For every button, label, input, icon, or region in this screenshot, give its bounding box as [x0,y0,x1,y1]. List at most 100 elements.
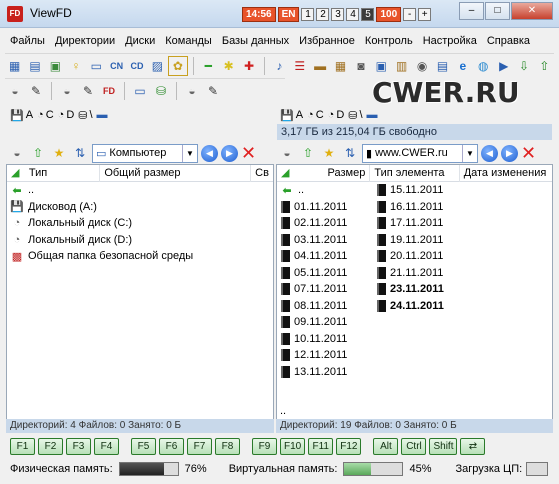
swap-panels-button[interactable]: ⇄ [460,437,486,455]
disk-nav-icon[interactable]: ◒ [8,144,26,162]
wand-icon[interactable]: ✎ [26,81,46,101]
menu-commands[interactable]: Команды [160,35,217,47]
left-location-combo[interactable]: ▭ Компьютер ▼ [92,143,198,163]
list-item[interactable]: 03.11.2011 [277,232,373,249]
desktop-button[interactable]: ▬ [367,109,378,121]
f7-button[interactable]: F7 [187,437,212,455]
minimize-button[interactable]: – [459,2,484,20]
network-drive-button[interactable]: ⛁ \ [348,109,362,122]
desktop-3-button[interactable]: 3 [331,7,345,21]
disk-nav-icon[interactable]: ◒ [278,144,296,162]
list-item[interactable]: 16.11.2011 [373,199,543,216]
list-item[interactable]: 20.11.2011 [373,248,543,265]
desktop-5-button[interactable]: 5 [361,7,375,21]
menu-favorites[interactable]: Избранное [294,35,360,47]
list-item[interactable]: 10.11.2011 [277,331,373,348]
favorites-star-icon[interactable]: ★ [320,144,338,162]
f8-button[interactable]: F8 [215,437,240,455]
list-red-icon[interactable]: ☰ [290,56,309,76]
refresh-icon[interactable]: ⇅ [71,144,89,162]
favorites-star-icon[interactable]: ★ [50,144,68,162]
drive-d-button[interactable]: ◔ D [58,109,75,121]
network-tool-icon[interactable]: ⛁ [151,81,171,101]
f3-button[interactable]: F3 [66,437,91,455]
alt-button[interactable]: Alt [373,437,399,455]
grid-icon[interactable]: ▦ [331,56,350,76]
cn-icon[interactable]: CN [107,56,126,76]
menu-control[interactable]: Контроль [360,35,418,47]
left-file-panel[interactable]: ◢ Тип Общий размер Св ⬅.. 💾 Дисковод (A:)… [6,164,274,420]
desktop-4-button[interactable]: 4 [346,7,360,21]
forward-icon[interactable]: ▶ [221,144,238,162]
film-strip-icon[interactable]: ▥ [392,56,411,76]
list-item[interactable]: 02.11.2011 [277,215,373,232]
cam-icon[interactable]: ◉ [412,56,431,76]
list-item[interactable]: 07.11.2011 [277,281,373,298]
close-tab-icon[interactable]: ✕ [521,144,536,162]
column-type[interactable]: Тип [25,165,101,182]
refresh-icon[interactable]: ⇅ [341,144,359,162]
column-free[interactable]: Св [251,165,273,182]
menu-settings[interactable]: Настройка [418,35,482,47]
list-item[interactable]: 04.11.2011 [277,248,373,265]
f10-button[interactable]: F10 [280,437,306,455]
desktop-2-button[interactable]: 2 [316,7,330,21]
plus-icon[interactable]: ✚ [239,56,258,76]
close-tab-icon[interactable]: ✕ [241,144,256,162]
asterisk-icon[interactable]: ✱ [219,56,238,76]
bulb-icon[interactable]: ♀ [66,56,85,76]
back-icon[interactable]: ◀ [481,144,498,162]
close-button[interactable]: ✕ [511,2,553,20]
list-item[interactable]: 12.11.2011 [277,347,373,364]
list-item[interactable]: 23.11.2011 [373,281,543,298]
drive-c-button[interactable]: ◔ C [307,109,324,121]
play-icon[interactable]: ▶ [494,56,513,76]
camera-icon[interactable]: ◙ [351,56,370,76]
chevron-down-icon[interactable]: ▼ [462,144,477,162]
ie-icon[interactable]: e [453,56,472,76]
f9-button[interactable]: F9 [252,437,277,455]
thumbnails-icon[interactable]: ▣ [46,56,65,76]
photo-icon[interactable]: ▤ [433,56,452,76]
image-tool-icon[interactable]: ▨ [148,56,167,76]
list-item[interactable]: 13.11.2011 [277,364,373,381]
monitor-icon[interactable]: ▣ [372,56,391,76]
monitor-2-icon[interactable]: ▭ [130,81,150,101]
drive-d-button[interactable]: ◔ D [328,109,345,121]
folder-up-icon[interactable]: ⇧ [299,144,317,162]
list-item[interactable]: 21.11.2011 [373,265,543,282]
details-view-icon[interactable]: ▦ [5,56,24,76]
minus-icon[interactable]: ━ [199,56,218,76]
list-item[interactable]: 17.11.2011 [373,215,543,232]
music-icon[interactable]: ♪ [270,56,289,76]
menu-files[interactable]: Файлы [5,35,50,47]
chevron-down-icon[interactable]: ▼ [182,144,197,162]
list-item[interactable]: ⬅.. [277,182,373,199]
column-total-size[interactable]: Общий размер [100,165,252,182]
f6-button[interactable]: F6 [159,437,184,455]
right-location-combo[interactable]: ▮ www.CWER.ru ▼ [362,143,478,163]
palette-icon[interactable]: ✿ [168,55,188,76]
list-item[interactable]: 24.11.2011 [373,298,543,315]
list-item[interactable]: ◔ Локальный диск (D:) [7,232,273,249]
f2-button[interactable]: F2 [38,437,63,455]
right-file-panel[interactable]: ◢ Размер Тип элемента Дата изменения ⬅..… [276,164,553,420]
upload-icon[interactable]: ⇧ [535,56,554,76]
decrease-button[interactable]: - [403,7,417,21]
increase-button[interactable]: + [418,7,432,21]
list-item[interactable]: 01.11.2011 [277,199,373,216]
menu-disks[interactable]: Диски [120,35,160,47]
column-modified-date[interactable]: Дата изменения [460,165,552,182]
wand-2-icon[interactable]: ✎ [78,81,98,101]
menu-databases[interactable]: Базы данных [217,35,294,47]
fd-icon[interactable]: FD [99,81,119,101]
menu-directories[interactable]: Директории [50,35,120,47]
f11-button[interactable]: F11 [308,437,334,455]
column-item-type[interactable]: Тип элемента [370,165,460,182]
menu-help[interactable]: Справка [482,35,535,47]
f12-button[interactable]: F12 [336,437,362,455]
drive-c-button[interactable]: ◔ C [37,109,54,121]
disk-tool-icon[interactable]: ◒ [5,81,25,101]
download-icon[interactable]: ⇩ [514,56,533,76]
disk-tool-2-icon[interactable]: ◒ [57,81,77,101]
